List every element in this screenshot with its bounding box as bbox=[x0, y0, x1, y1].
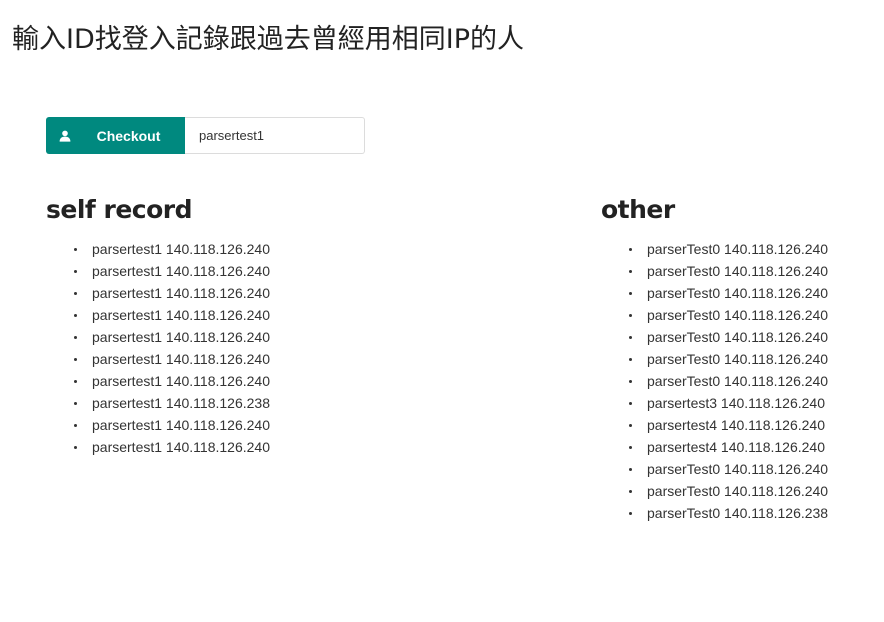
other-record-list: parserTest0 140.118.126.240 parserTest0 1… bbox=[629, 238, 828, 524]
list-item: parserTest0 140.118.126.240 bbox=[629, 480, 828, 502]
self-record-list: parsertest1 140.118.126.240 parsertest1 1… bbox=[74, 238, 270, 458]
list-item: parsertest4 140.118.126.240 bbox=[629, 436, 828, 458]
user-icon bbox=[46, 117, 84, 154]
self-record-title: self record bbox=[46, 195, 193, 224]
list-item: parsertest1 140.118.126.240 bbox=[74, 260, 270, 282]
list-item: parserTest0 140.118.126.240 bbox=[629, 370, 828, 392]
id-input[interactable] bbox=[185, 117, 365, 154]
list-item: parserTest0 140.118.126.240 bbox=[629, 238, 828, 260]
list-item: parsertest1 140.118.126.240 bbox=[74, 282, 270, 304]
list-item: parserTest0 140.118.126.240 bbox=[629, 458, 828, 480]
list-item: parserTest0 140.118.126.240 bbox=[629, 348, 828, 370]
list-item: parserTest0 140.118.126.238 bbox=[629, 502, 828, 524]
other-title: other bbox=[601, 195, 675, 224]
list-item: parsertest1 140.118.126.238 bbox=[74, 392, 270, 414]
list-item: parserTest0 140.118.126.240 bbox=[629, 304, 828, 326]
list-item: parserTest0 140.118.126.240 bbox=[629, 326, 828, 348]
list-item: parsertest1 140.118.126.240 bbox=[74, 326, 270, 348]
checkout-form: Checkout bbox=[46, 117, 365, 154]
page-title: 輸入ID找登入記錄跟過去曾經用相同IP的人 bbox=[12, 24, 524, 55]
list-item: parsertest3 140.118.126.240 bbox=[629, 392, 828, 414]
checkout-button[interactable]: Checkout bbox=[46, 117, 185, 154]
list-item: parsertest1 140.118.126.240 bbox=[74, 238, 270, 260]
list-item: parserTest0 140.118.126.240 bbox=[629, 260, 828, 282]
list-item: parsertest1 140.118.126.240 bbox=[74, 304, 270, 326]
list-item: parsertest1 140.118.126.240 bbox=[74, 348, 270, 370]
list-item: parsertest1 140.118.126.240 bbox=[74, 414, 270, 436]
list-item: parserTest0 140.118.126.240 bbox=[629, 282, 828, 304]
list-item: parsertest1 140.118.126.240 bbox=[74, 436, 270, 458]
list-item: parsertest4 140.118.126.240 bbox=[629, 414, 828, 436]
checkout-button-label: Checkout bbox=[96, 127, 161, 144]
list-item: parsertest1 140.118.126.240 bbox=[74, 370, 270, 392]
